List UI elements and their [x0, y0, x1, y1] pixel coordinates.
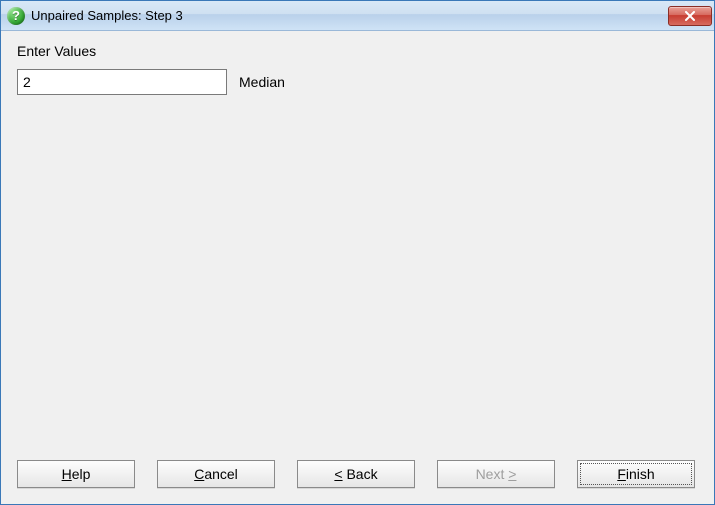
help-icon: ? [7, 7, 25, 25]
median-input[interactable] [17, 69, 227, 95]
next-button: Next > [437, 460, 555, 488]
cancel-button[interactable]: Cancel [157, 460, 275, 488]
median-label: Median [239, 74, 285, 90]
window-title: Unpaired Samples: Step 3 [31, 8, 668, 23]
back-button[interactable]: < Back [297, 460, 415, 488]
spacer [17, 95, 698, 454]
dialog-window: ? Unpaired Samples: Step 3 Enter Values … [0, 0, 715, 505]
prompt-label: Enter Values [17, 43, 698, 59]
button-row: Help Cancel < Back Next > Finish [17, 454, 698, 492]
field-row: Median [17, 69, 698, 95]
close-button[interactable] [668, 6, 712, 26]
finish-button[interactable]: Finish [577, 460, 695, 488]
titlebar: ? Unpaired Samples: Step 3 [1, 1, 714, 31]
help-button[interactable]: Help [17, 460, 135, 488]
content-area: Enter Values Median Help Cancel < Back N… [1, 31, 714, 504]
close-icon [684, 11, 696, 21]
